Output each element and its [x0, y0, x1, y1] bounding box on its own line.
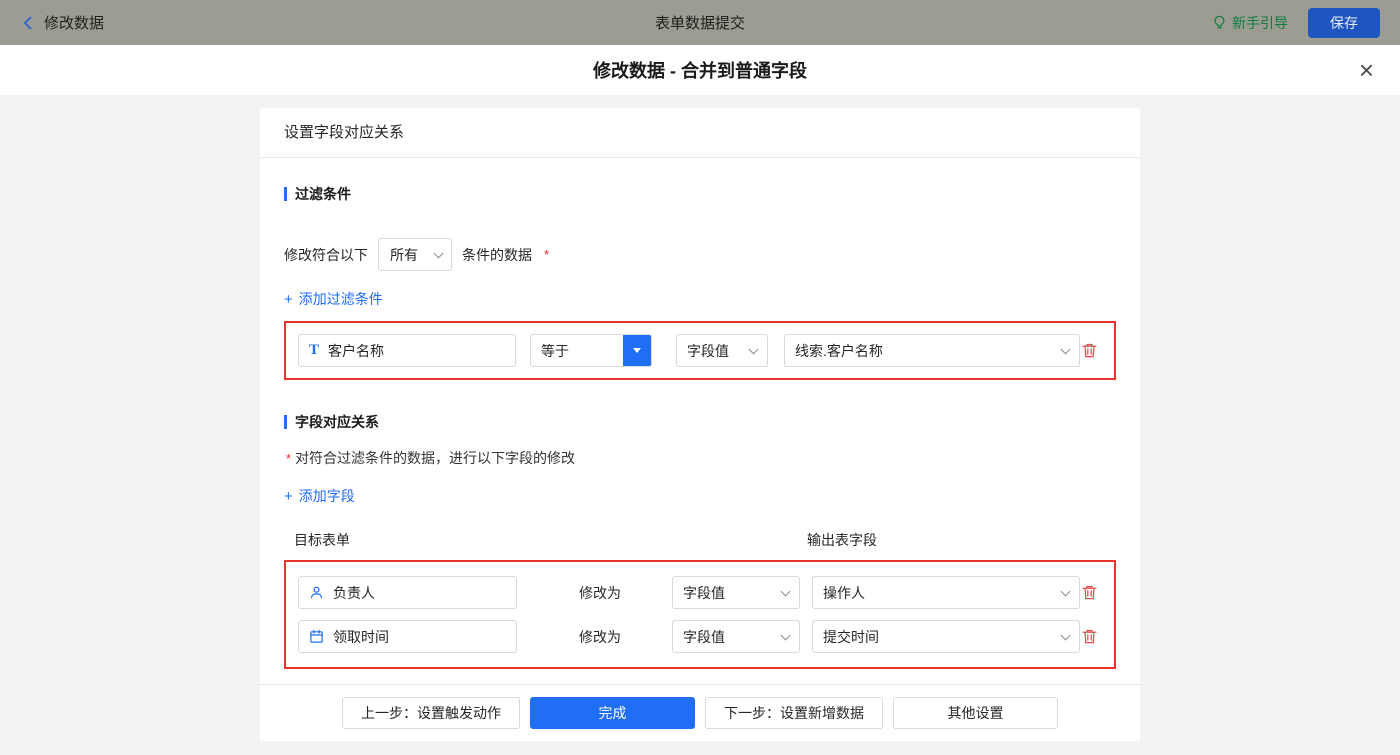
- required-mark: *: [544, 247, 550, 262]
- filter-row: T 客户名称 等于 字段值 线索.客户名称: [298, 334, 1102, 367]
- output-field-select[interactable]: 提交时间: [812, 620, 1080, 653]
- chevron-down-icon: [748, 344, 759, 354]
- operator-select[interactable]: 等于: [530, 334, 652, 367]
- lightbulb-icon: [1212, 15, 1227, 30]
- match-mode-select[interactable]: 所有: [378, 238, 452, 271]
- section-accent-bar: [284, 415, 287, 429]
- value-type-select[interactable]: 字段值: [676, 334, 768, 367]
- filter-section-title: 过滤条件: [284, 184, 1116, 204]
- chevron-down-icon: [780, 630, 791, 640]
- topbar-back[interactable]: 修改数据: [20, 12, 340, 33]
- back-icon[interactable]: [20, 15, 36, 31]
- operator-dropdown-button[interactable]: [623, 335, 651, 366]
- delete-mapping-icon[interactable]: [1081, 628, 1098, 645]
- card-footer: 上一步：设置触发动作 完成 下一步：设置新增数据 其他设置: [260, 684, 1140, 741]
- value-type-select[interactable]: 字段值: [672, 620, 800, 653]
- chevron-down-icon: [1060, 586, 1071, 596]
- mapping-row: 负责人 修改为 字段值 操作人: [298, 576, 1102, 609]
- back-label: 修改数据: [44, 15, 105, 32]
- chevron-down-icon: [1060, 344, 1071, 354]
- prev-step-button[interactable]: 上一步：设置触发动作: [342, 697, 520, 729]
- close-icon[interactable]: ×: [1359, 57, 1374, 83]
- condition-suffix: 条件的数据: [462, 246, 532, 263]
- modal-header: 修改数据 - 合并到普通字段 ×: [0, 45, 1400, 95]
- page-title: 表单数据提交: [654, 15, 745, 32]
- condition-row: 修改符合以下 所有 条件的数据 *: [284, 238, 1116, 271]
- target-field-input[interactable]: 领取时间: [298, 620, 517, 653]
- section-accent-bar: [284, 187, 287, 201]
- delete-filter-icon[interactable]: [1081, 342, 1098, 359]
- column-header-output-field: 输出表字段: [807, 532, 877, 548]
- output-field-select[interactable]: 操作人: [812, 576, 1080, 609]
- card-header: 设置字段对应关系: [260, 108, 1140, 158]
- filter-value-select[interactable]: 线索.客户名称: [784, 334, 1080, 367]
- target-field-input[interactable]: 负责人: [298, 576, 517, 609]
- mapping-highlight-box: 负责人 修改为 字段值 操作人 领取时间 修改为 字段值 提交时间: [284, 560, 1116, 669]
- required-mark: *: [286, 450, 292, 466]
- mapping-description: * 对符合过滤条件的数据，进行以下字段的修改: [286, 450, 576, 466]
- next-step-button[interactable]: 下一步：设置新增数据: [705, 697, 883, 729]
- delete-mapping-icon[interactable]: [1081, 584, 1098, 601]
- filter-highlight-box: T 客户名称 等于 字段值 线索.客户名称: [284, 321, 1116, 380]
- plus-icon: +: [284, 290, 293, 308]
- topbar: 修改数据 表单数据提交 新手引导 保存: [0, 0, 1400, 45]
- condition-prefix: 修改符合以下: [284, 246, 368, 263]
- mapping-column-headers: 目标表单 输出表字段: [284, 530, 1116, 550]
- filter-field-input[interactable]: T 客户名称: [298, 334, 516, 367]
- mapping-row: 领取时间 修改为 字段值 提交时间: [298, 620, 1102, 653]
- chevron-down-icon: [780, 586, 791, 596]
- plus-icon: +: [284, 487, 293, 505]
- modify-to-label: 修改为: [579, 584, 621, 601]
- calendar-icon: [309, 629, 324, 644]
- other-settings-button[interactable]: 其他设置: [893, 697, 1058, 729]
- chevron-down-icon: [1060, 630, 1071, 640]
- chevron-down-icon: [433, 248, 444, 258]
- guide-label: 新手引导: [1232, 14, 1288, 31]
- column-header-target-form: 目标表单: [294, 532, 350, 548]
- save-button[interactable]: 保存: [1308, 7, 1380, 38]
- modal-body: 设置字段对应关系 过滤条件 修改符合以下 所有 条件的数据 * + 添加过滤条件: [0, 95, 1400, 755]
- modify-to-label: 修改为: [579, 628, 621, 645]
- settings-card: 设置字段对应关系 过滤条件 修改符合以下 所有 条件的数据 * + 添加过滤条件: [260, 108, 1140, 741]
- caret-down-icon: [633, 348, 641, 353]
- add-filter-condition-link[interactable]: + 添加过滤条件: [284, 289, 383, 309]
- value-type-select[interactable]: 字段值: [672, 576, 800, 609]
- beginner-guide-link[interactable]: 新手引导: [1212, 13, 1288, 33]
- mapping-section-title: 字段对应关系: [284, 412, 1116, 432]
- done-button[interactable]: 完成: [530, 697, 695, 729]
- add-field-link[interactable]: + 添加字段: [284, 486, 355, 506]
- user-icon: [309, 585, 324, 600]
- modal-title: 修改数据 - 合并到普通字段: [593, 61, 807, 81]
- text-field-icon: T: [309, 342, 320, 358]
